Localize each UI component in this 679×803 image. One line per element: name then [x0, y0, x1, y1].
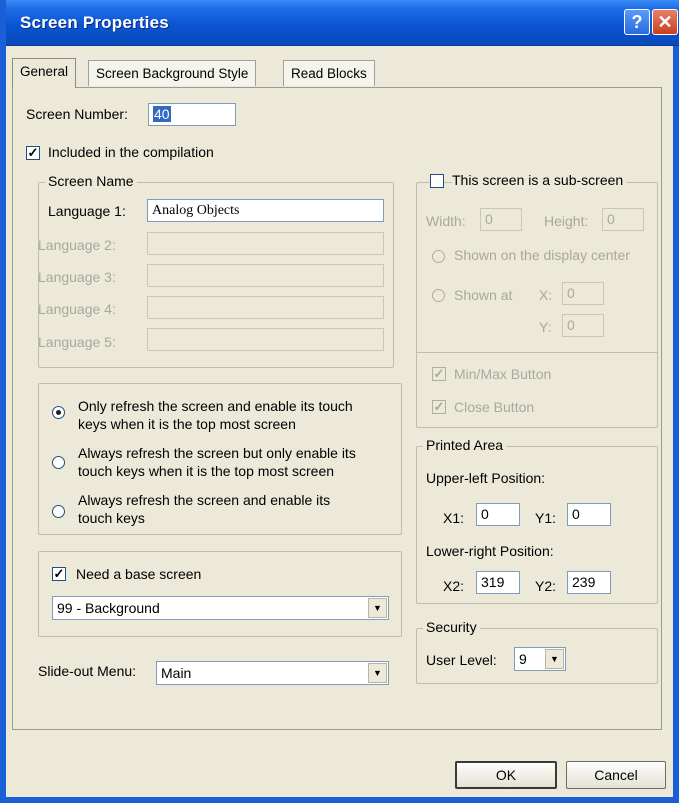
refresh-option-1-line1: Only refresh the screen and enable its t… — [78, 398, 353, 414]
language-4-label: Language 4: — [38, 301, 116, 317]
user-level-value: 9 — [519, 651, 527, 667]
check-icon: ✓ — [27, 145, 39, 160]
user-level-select[interactable]: 9 ▼ — [514, 647, 566, 671]
base-screen-value: 99 - Background — [57, 600, 160, 616]
x-input[interactable]: 0 — [562, 282, 604, 305]
language-3-label: Language 3: — [38, 269, 116, 285]
tab-general[interactable]: General — [12, 58, 77, 88]
base-screen-group — [38, 551, 402, 637]
y-label: Y: — [539, 319, 552, 335]
language-2-input[interactable] — [147, 232, 384, 255]
tab-read-blocks[interactable]: Read Blocks — [283, 60, 375, 86]
refresh-option-3-line1: Always refresh the screen and enable its — [78, 492, 331, 508]
height-label: Height: — [544, 213, 589, 229]
dialog-title: Screen Properties — [20, 13, 169, 32]
printed-area-title: Printed Area — [423, 437, 507, 453]
slide-out-menu-label: Slide-out Menu: — [38, 663, 137, 679]
slide-out-menu-select[interactable]: Main ▼ — [156, 661, 389, 685]
language-2-label: Language 2: — [38, 237, 116, 253]
x1-input[interactable]: 0 — [476, 503, 520, 526]
lower-right-label: Lower-right Position: — [426, 543, 554, 559]
sub-screen-divider — [417, 352, 657, 353]
chevron-down-icon[interactable]: ▼ — [545, 649, 564, 669]
refresh-option-1-line2: keys when it is the top most screen — [78, 416, 296, 432]
close-button-label: Close Button — [454, 399, 535, 415]
x1-label: X1: — [443, 510, 465, 526]
title-bar[interactable]: Screen Properties ? ✕ — [6, 0, 679, 46]
center-label: Shown on the display center — [454, 247, 630, 263]
cancel-button[interactable]: Cancel — [566, 761, 666, 789]
check-icon: ✓ — [433, 366, 445, 381]
y-input[interactable]: 0 — [562, 314, 604, 337]
x2-input[interactable]: 319 — [476, 571, 520, 594]
base-screen-checkbox[interactable]: ✓ — [52, 567, 66, 581]
upper-left-label: Upper-left Position: — [426, 470, 546, 486]
chevron-down-icon[interactable]: ▼ — [368, 663, 387, 683]
user-level-label: User Level: — [426, 652, 497, 668]
language-1-input[interactable]: Analog Objects — [147, 199, 384, 222]
height-input[interactable]: 0 — [602, 208, 644, 231]
ok-button[interactable]: OK — [455, 761, 557, 789]
language-5-label: Language 5: — [38, 334, 116, 350]
help-button[interactable]: ? — [624, 9, 650, 35]
language-1-label: Language 1: — [48, 203, 126, 219]
x-label: X: — [539, 287, 553, 303]
close-button-checkbox[interactable]: ✓ — [432, 400, 446, 414]
refresh-option-1-radio[interactable] — [52, 406, 65, 419]
screen-name-group-title: Screen Name — [45, 173, 137, 189]
sub-screen-label: This screen is a sub-screen — [452, 172, 627, 188]
close-icon: ✕ — [657, 12, 673, 32]
center-radio[interactable] — [432, 250, 445, 263]
minmax-label: Min/Max Button — [454, 366, 552, 382]
check-icon: ✓ — [433, 399, 445, 414]
refresh-option-2-line1: Always refresh the screen but only enabl… — [78, 445, 356, 461]
width-input[interactable]: 0 — [480, 208, 522, 231]
y1-input[interactable]: 0 — [567, 503, 611, 526]
chevron-down-icon[interactable]: ▼ — [368, 598, 387, 618]
included-checkbox[interactable]: ✓ — [26, 146, 40, 160]
refresh-option-2-line2: touch keys when it is the top most scree… — [78, 463, 335, 479]
tab-screen-background-style[interactable]: Screen Background Style — [88, 60, 257, 86]
base-screen-label: Need a base screen — [76, 566, 202, 582]
refresh-option-3-radio[interactable] — [52, 505, 65, 518]
help-icon: ? — [631, 12, 643, 32]
close-button[interactable]: ✕ — [652, 9, 678, 35]
sub-screen-checkbox[interactable] — [430, 174, 444, 188]
refresh-option-3-line2: touch keys — [78, 510, 145, 526]
base-screen-select[interactable]: 99 - Background ▼ — [52, 596, 389, 620]
screen-number-input[interactable]: 40 — [148, 103, 236, 126]
refresh-option-2-radio[interactable] — [52, 456, 65, 469]
minmax-checkbox[interactable]: ✓ — [432, 367, 446, 381]
width-label: Width: — [426, 213, 466, 229]
x2-label: X2: — [443, 578, 465, 594]
included-label: Included in the compilation — [48, 144, 214, 160]
language-3-input[interactable] — [147, 264, 384, 287]
y2-input[interactable]: 239 — [567, 571, 611, 594]
y1-label: Y1: — [535, 510, 557, 526]
y2-label: Y2: — [535, 578, 557, 594]
shown-at-radio[interactable] — [432, 289, 445, 302]
language-4-input[interactable] — [147, 296, 384, 319]
shown-at-label: Shown at — [454, 287, 513, 303]
security-title: Security — [423, 619, 480, 635]
language-5-input[interactable] — [147, 328, 384, 351]
screen-number-label: Screen Number: — [26, 106, 128, 122]
check-icon: ✓ — [53, 566, 65, 581]
slide-out-menu-value: Main — [161, 665, 192, 681]
